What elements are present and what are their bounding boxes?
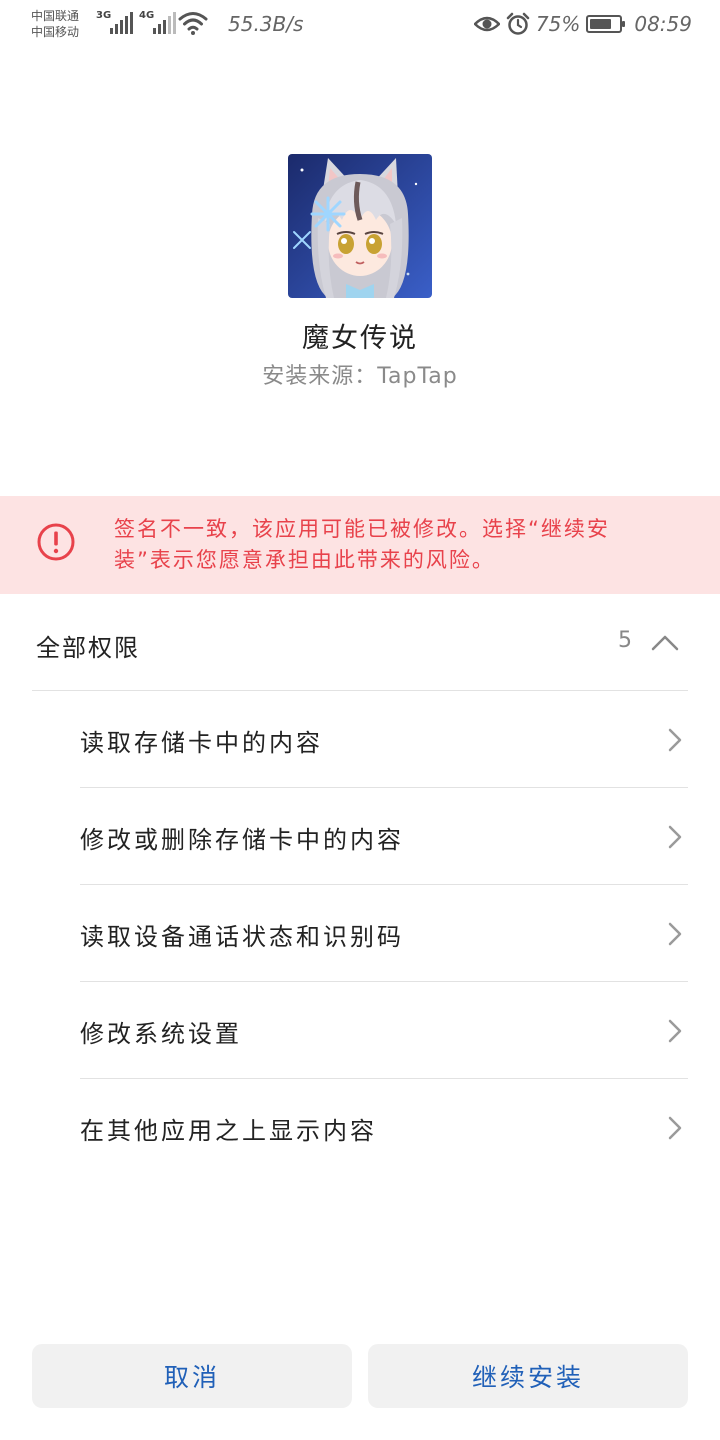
cancel-button[interactable]: 取消 [32, 1344, 352, 1408]
permission-item-modify-storage[interactable]: 修改或删除存储卡中的内容 [0, 788, 720, 885]
network-type-1: 3G [96, 10, 112, 21]
network-type-2: 4G [139, 10, 155, 21]
permissions-count: 5 [618, 628, 632, 653]
chevron-up-icon [651, 635, 679, 651]
permission-label: 修改系统设置 [80, 1020, 242, 1048]
permission-item-phone-state[interactable]: 读取设备通话状态和识别码 [0, 885, 720, 982]
permissions-title: 全部权限 [36, 634, 140, 662]
carrier-info: 中国联通 中国移动 [31, 6, 79, 42]
continue-install-button[interactable]: 继续安装 [368, 1344, 688, 1408]
chevron-right-icon [668, 728, 682, 752]
signal-icon [153, 12, 176, 34]
permission-item-overlay[interactable]: 在其他应用之上显示内容 [0, 1079, 720, 1176]
permission-label: 在其他应用之上显示内容 [80, 1117, 377, 1145]
network-speed: 55.3B/s [228, 12, 304, 36]
chevron-right-icon [668, 1116, 682, 1140]
battery-fill [590, 19, 612, 29]
signature-warning-banner: 签名不一致，该应用可能已被修改。选择“继续安装”表示您愿意承担由此带来的风险。 [0, 496, 720, 594]
permission-item-read-storage[interactable]: 读取存储卡中的内容 [0, 691, 720, 788]
permission-label: 读取设备通话状态和识别码 [80, 923, 404, 951]
warning-text: 签名不一致，该应用可能已被修改。选择“继续安装”表示您愿意承担由此带来的风险。 [114, 517, 610, 572]
chevron-right-icon [668, 1019, 682, 1043]
battery-percent: 75% [535, 12, 581, 36]
permission-label: 读取存储卡中的内容 [80, 729, 323, 757]
status-bar: 中国联通 中国移动 3G 4G 55.3B/s 75% 08:59 [0, 0, 720, 48]
all-permissions-toggle[interactable]: 全部权限 5 [36, 616, 688, 672]
alarm-icon [506, 12, 530, 35]
eye-icon [473, 16, 500, 32]
install-source: 安装来源：TapTap [262, 364, 458, 389]
wifi-icon [178, 12, 208, 35]
signal-icon [110, 12, 133, 34]
app-icon [288, 154, 432, 298]
chevron-right-icon [668, 922, 682, 946]
app-name: 魔女传说 [302, 323, 418, 354]
warning-icon [37, 523, 75, 561]
battery-icon [586, 15, 626, 33]
permission-item-system-settings[interactable]: 修改系统设置 [0, 982, 720, 1079]
permission-label: 修改或删除存储卡中的内容 [80, 826, 404, 854]
status-right-group: 75% 08:59 [473, 10, 692, 38]
permission-list: 读取存储卡中的内容 修改或删除存储卡中的内容 读取设备通话状态和识别码 修改系统… [0, 691, 720, 1176]
chevron-right-icon [668, 825, 682, 849]
clock: 08:59 [634, 12, 692, 36]
carrier-2-label: 中国移动 [31, 25, 80, 39]
